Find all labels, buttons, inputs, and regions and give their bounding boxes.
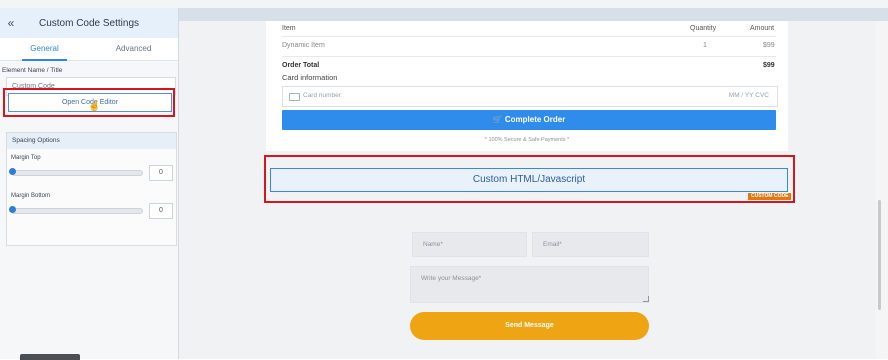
margin-top-input[interactable]: 0: [149, 165, 173, 181]
tab-advanced[interactable]: Advanced: [89, 38, 178, 60]
col-quantity-header: Quantity: [690, 25, 717, 32]
order-item-amount: $99: [763, 42, 775, 49]
settings-panel: « Custom Code Settings General Advanced …: [0, 8, 179, 359]
complete-order-button[interactable]: 🛒 Complete Order: [282, 110, 776, 130]
margin-bottom-control: 0: [9, 203, 176, 219]
card-number-field[interactable]: Card number MM / YY CVC: [282, 86, 778, 107]
panel-tabs: General Advanced: [0, 38, 178, 61]
order-summary-card: Item Quantity Amount Dynamic Item 1 $99 …: [266, 21, 788, 151]
margin-top-slider[interactable]: [9, 168, 143, 176]
margin-bottom-label: Margin Bottom: [11, 193, 51, 199]
app-window: « Custom Code Settings General Advanced …: [0, 0, 888, 360]
divider: [282, 36, 776, 37]
scrollbar-thumb[interactable]: [878, 200, 881, 310]
send-message-button[interactable]: Send Message: [410, 312, 649, 340]
complete-order-label: Complete Order: [504, 115, 566, 124]
spacing-options-heading: Spacing Options: [7, 133, 176, 149]
card-number-placeholder: Card number: [303, 92, 341, 99]
order-item-name: Dynamic Item: [282, 42, 325, 49]
credit-card-icon: [289, 93, 300, 101]
element-name-label: Element Name / Title: [2, 67, 63, 74]
card-expiry-cvc-placeholder: MM / YY CVC: [728, 92, 769, 99]
name-input[interactable]: Name*: [412, 232, 527, 257]
custom-code-badge: CUSTOM CODE: [748, 193, 792, 200]
order-item-qty: 1: [703, 42, 707, 49]
textarea-resize-grip[interactable]: [643, 296, 649, 302]
margin-top-control: 0: [9, 165, 176, 181]
margin-bottom-input[interactable]: 0: [149, 203, 173, 219]
tab-general[interactable]: General: [0, 38, 89, 61]
email-input[interactable]: Email*: [532, 232, 649, 257]
cart-icon: 🛒: [492, 115, 503, 124]
margin-bottom-slider[interactable]: [9, 206, 143, 214]
margin-top-slider-handle[interactable]: [9, 168, 16, 175]
bottom-dark-tab: [20, 354, 80, 360]
order-total-label: Order Total: [282, 62, 320, 69]
margin-bottom-slider-handle[interactable]: [9, 206, 16, 213]
order-total-value: $99: [763, 62, 775, 69]
divider: [282, 56, 776, 57]
panel-header: « Custom Code Settings: [0, 8, 178, 38]
collapse-icon[interactable]: «: [0, 16, 22, 30]
custom-html-element[interactable]: Custom HTML/Javascript: [270, 168, 788, 192]
margin-top-label: Margin Top: [11, 155, 41, 161]
panel-title: Custom Code Settings: [38, 17, 140, 29]
spacing-options-section: Spacing Options Margin Top 0 Margin Bott…: [6, 132, 177, 246]
col-amount-header: Amount: [750, 25, 775, 32]
open-code-editor-button[interactable]: Open Code Editor: [8, 93, 172, 112]
message-textarea[interactable]: Write your Message*: [410, 266, 649, 303]
card-information-label: Card information: [282, 73, 338, 82]
col-item-header: Item: [282, 25, 296, 32]
canvas-topbar: [179, 8, 888, 21]
secure-payments-note: * 100% Secure & Safe Payments *: [484, 137, 570, 143]
